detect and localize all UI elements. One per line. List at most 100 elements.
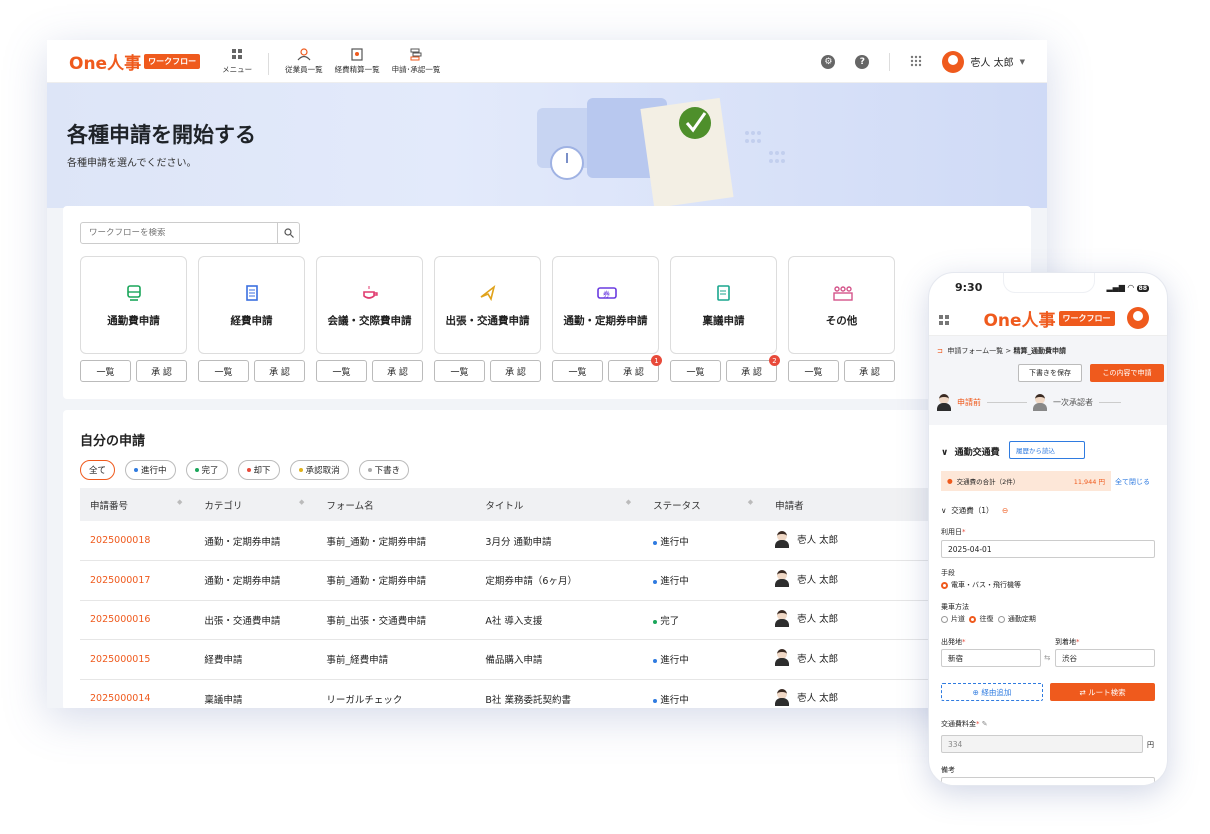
status-cell: 進行中 [643, 639, 766, 680]
swap-icon[interactable]: ⇆ [1044, 653, 1050, 662]
avatar [775, 609, 790, 627]
user-name: 壱人 太郎 [970, 58, 1014, 69]
save-draft-button[interactable]: 下書きを保存 [1018, 364, 1082, 382]
request-number[interactable]: 2025000014 [80, 679, 195, 708]
sub-section-header[interactable]: ∨ 交通費（1） ⊖ [941, 505, 1008, 516]
filter-chip[interactable]: 却下 [237, 460, 280, 480]
from-field[interactable]: 新宿 [941, 649, 1041, 667]
filter-chip[interactable]: 承認取消 [289, 460, 349, 480]
list-button[interactable]: 一覧 [552, 360, 603, 382]
submit-button[interactable]: この内容で申請 [1090, 364, 1164, 382]
workflow-tile-group: 出張・交通費申請 一覧承 認 [434, 256, 541, 382]
phone-avatar[interactable] [1127, 307, 1149, 329]
status-dot-icon [367, 468, 372, 472]
approve-button[interactable]: 承 認 [844, 360, 895, 382]
workflow-tile[interactable]: 通勤費申請 [80, 256, 187, 354]
status-dot-icon [653, 580, 658, 585]
workflow-tile[interactable]: 出張・交通費申請 [434, 256, 541, 354]
settings-icon[interactable]: ⚙ [821, 54, 836, 69]
workflow-search[interactable] [80, 222, 300, 244]
top-bar: One人事 ワークフロー メニュー 従業員一覧 経費精算一覧 申請･承認一覧 ⚙… [47, 40, 1047, 83]
load-history-button[interactable]: 履歴から読込 [1009, 441, 1085, 459]
nav-expense-list[interactable]: 経費精算一覧 [335, 47, 380, 75]
nav-menu[interactable]: メニュー [222, 47, 252, 75]
date-field[interactable]: 2025-04-01 [941, 540, 1155, 558]
approve-button[interactable]: 承 認 [490, 360, 541, 382]
fare-field[interactable]: 334 [941, 735, 1143, 753]
column-header[interactable]: タイトル ◆ [475, 488, 644, 521]
expense-icon [350, 47, 364, 61]
table-row[interactable]: 2025000016 出張・交通費申請 事前_出張・交通費申請 A社 導入支援 … [80, 600, 1031, 640]
note-label: 備考 [941, 766, 955, 774]
table-row[interactable]: 2025000018 通勤・定期券申請 事前_通勤・定期券申請 3月分 通勤申請… [80, 521, 1031, 561]
column-header: 申請者 [765, 488, 933, 521]
nav-request-list[interactable]: 申請･承認一覧 [392, 47, 440, 75]
user-menu[interactable]: 壱人 太郎 ▼ [942, 50, 1025, 73]
ride-options[interactable]: 片道 往復 通勤定期 [941, 614, 1036, 624]
column-header[interactable]: ステータス ◆ [643, 488, 766, 521]
approve-button[interactable]: 承 認2 [726, 355, 780, 382]
table-row[interactable]: 2025000017 通勤・定期券申請 事前_通勤・定期券申請 定期券申請（6ヶ… [80, 560, 1031, 601]
column-header[interactable]: 申請番号 ◆ [80, 488, 195, 521]
workflow-tile[interactable]: 稟議申請 [670, 256, 777, 354]
form-cell: 事前_経費申請 [316, 639, 476, 680]
list-button[interactable]: 一覧 [198, 360, 249, 382]
help-icon[interactable]: ? [855, 54, 870, 69]
status-cell: 完了 [643, 600, 766, 640]
app-logo[interactable]: One人事 ワークフロー [69, 49, 201, 74]
means-radio[interactable]: 電車・バス・飛行機等 [941, 580, 1021, 590]
close-all-link[interactable]: 全て閉じる [1115, 477, 1150, 487]
note-field[interactable] [941, 777, 1155, 785]
search-icon[interactable] [277, 223, 299, 243]
section-header[interactable]: ∨ 通勤交通費 [941, 445, 1000, 458]
plane-icon [478, 283, 498, 303]
filter-chip[interactable]: 全て [80, 460, 116, 480]
list-button[interactable]: 一覧 [434, 360, 485, 382]
filter-chip[interactable]: 下書き [358, 460, 410, 480]
table-row[interactable]: 2025000015 経費申請 事前_経費申請 備品購入申請 進行中 壱人 太郎… [80, 639, 1031, 680]
approve-button[interactable]: 承 認1 [608, 355, 662, 382]
filter-chip[interactable]: 進行中 [125, 460, 176, 480]
applicant-cell: 壱人 太郎 [765, 600, 933, 640]
nav-label: メニュー [222, 65, 253, 74]
list-button[interactable]: 一覧 [670, 360, 721, 382]
approval-steps: 申請前 一次承認者 [937, 394, 1121, 411]
sort-icon: ◆ [176, 497, 183, 506]
approve-button[interactable]: 承 認 [136, 360, 187, 382]
ticket-icon: 券 [596, 283, 617, 303]
approve-button[interactable]: 承 認 [254, 360, 305, 382]
avatar [775, 649, 790, 667]
menu-icon[interactable] [939, 311, 950, 330]
title-cell: 定期券申請（6ヶ月） [475, 560, 644, 601]
table-row[interactable]: 2025000014 稟議申請 リーガルチェック B社 業務委託契約書 進行中 … [80, 679, 1031, 708]
request-number[interactable]: 2025000015 [80, 639, 195, 680]
phone-header: One人事 ワークフロー [929, 301, 1167, 335]
workflow-tile[interactable]: 経費申請 [198, 256, 305, 354]
form-cell: 事前_通勤・定期券申請 [316, 521, 476, 561]
title-cell: B社 業務委託契約書 [475, 679, 644, 708]
fare-label: 交通費料金* ✎ [941, 720, 988, 728]
approve-button[interactable]: 承 認 [372, 360, 423, 382]
workflow-tile[interactable]: 券通勤・定期券申請 [552, 256, 659, 354]
request-number[interactable]: 2025000017 [80, 560, 195, 601]
route-search-button[interactable]: ⇄ ルート検索 [1050, 683, 1155, 701]
add-route-button[interactable]: ⊕ 経由追加 [941, 683, 1043, 701]
workflow-tile[interactable]: 会議・交際費申請 [316, 256, 423, 354]
to-field[interactable]: 渋谷 [1055, 649, 1155, 667]
category-cell: 通勤・定期券申請 [194, 521, 317, 561]
step-next: 一次承認者 [1053, 398, 1093, 407]
column-header[interactable]: カテゴリ ◆ [194, 488, 317, 521]
workflow-tile[interactable]: その他 [788, 256, 895, 354]
list-button[interactable]: 一覧 [316, 360, 367, 382]
apps-icon[interactable] [910, 52, 922, 71]
request-number[interactable]: 2025000018 [80, 521, 195, 561]
filter-chip[interactable]: 完了 [185, 460, 228, 480]
phone-logo: One人事 ワークフロー [983, 306, 1115, 331]
search-input[interactable] [81, 228, 277, 238]
request-number[interactable]: 2025000016 [80, 600, 195, 640]
list-button[interactable]: 一覧 [80, 360, 131, 382]
category-cell: 経費申請 [194, 639, 317, 680]
nav-employees[interactable]: 従業員一覧 [285, 47, 323, 75]
group-icon [832, 283, 853, 303]
list-button[interactable]: 一覧 [788, 360, 839, 382]
